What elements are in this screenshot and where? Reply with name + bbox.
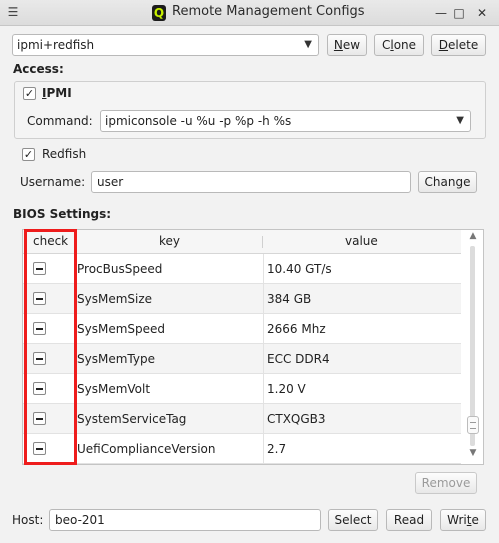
column-divider (263, 344, 264, 374)
row-key: SystemServiceTag (77, 412, 187, 426)
column-divider (262, 236, 263, 248)
minimize-icon[interactable]: — (433, 5, 449, 21)
column-divider (263, 284, 264, 314)
write-button[interactable]: Write (440, 509, 486, 531)
write-label-rest: e (471, 513, 479, 527)
column-header-check[interactable]: check (33, 234, 68, 248)
new-label-mnemonic: N (333, 38, 343, 52)
username-label: Username: (20, 175, 86, 189)
ipmi-label-rest: PMI (46, 86, 72, 100)
host-value: beo-201 (55, 513, 105, 527)
table-header: check key value (23, 230, 461, 254)
host-label: Host: (12, 513, 44, 527)
bios-table: check key value ProcBusSpeed 10.40 GT/s … (22, 229, 484, 465)
window-menu-icon[interactable]: ☰ (7, 6, 19, 18)
table-scrollbar[interactable]: ▲ ▼ (463, 230, 483, 464)
table-row[interactable]: UefiComplianceVersion 2.7 (23, 434, 461, 464)
config-select-value: ipmi+redfish (17, 38, 95, 52)
close-icon[interactable]: ✕ (474, 5, 490, 21)
column-header-value[interactable]: value (345, 234, 378, 248)
access-section-label: Access: (13, 62, 64, 76)
column-divider (75, 314, 76, 344)
row-value: 384 GB (267, 292, 312, 306)
column-divider (75, 284, 76, 314)
username-value: user (97, 175, 124, 189)
row-remove-checkbox[interactable] (33, 442, 46, 455)
row-key: ProcBusSpeed (77, 262, 163, 276)
row-key: SysMemVolt (77, 382, 151, 396)
column-divider (75, 254, 76, 284)
row-value: CTXQGB3 (267, 412, 326, 426)
username-field[interactable]: user (91, 171, 411, 193)
column-divider (263, 404, 264, 434)
row-value: 1.20 V (267, 382, 306, 396)
read-button[interactable]: Read (386, 509, 432, 531)
row-value: 2666 Mhz (267, 322, 326, 336)
ipmi-label: IPMI (42, 86, 72, 100)
row-key: SysMemSize (77, 292, 153, 306)
title-bar: ☰ Q Remote Management Configs — □ ✕ (0, 0, 499, 26)
scrollbar-thumb[interactable] (467, 416, 479, 434)
chevron-down-icon: ▼ (304, 39, 312, 50)
write-label-prefix: Wri (447, 513, 467, 527)
table-row[interactable]: ProcBusSpeed 10.40 GT/s (23, 254, 461, 284)
ipmi-checkbox[interactable]: ✓ (23, 87, 36, 100)
change-button[interactable]: Change (418, 171, 477, 193)
row-key: UefiComplianceVersion (77, 442, 216, 456)
delete-button[interactable]: Delete (431, 34, 486, 56)
column-divider (75, 374, 76, 404)
column-divider (263, 314, 264, 344)
app-logo-icon: Q (152, 5, 166, 21)
scroll-down-icon[interactable]: ▼ (463, 448, 483, 462)
redfish-label: Redfish (42, 147, 87, 161)
table-row[interactable]: SystemServiceTag CTXQGB3 (23, 404, 461, 434)
row-remove-checkbox[interactable] (33, 382, 46, 395)
clone-label-rest: one (393, 38, 417, 52)
config-select[interactable]: ipmi+redfish ▼ (12, 34, 319, 56)
column-divider (75, 404, 76, 434)
column-header-key[interactable]: key (159, 234, 180, 248)
row-remove-checkbox[interactable] (33, 262, 46, 275)
table-row[interactable]: SysMemSpeed 2666 Mhz (23, 314, 461, 344)
window-title: Remote Management Configs (172, 4, 365, 19)
scroll-up-icon[interactable]: ▲ (463, 231, 483, 245)
remove-button[interactable]: Remove (415, 472, 477, 494)
column-divider (75, 344, 76, 374)
redfish-checkbox[interactable]: ✓ (22, 148, 35, 161)
ipmi-groupbox: ✓ IPMI Command: ipmiconsole -u %u -p %p … (14, 81, 486, 139)
column-divider (263, 254, 264, 284)
maximize-icon[interactable]: □ (451, 5, 467, 21)
table-row[interactable]: SysMemSize 384 GB (23, 284, 461, 314)
column-divider (263, 434, 264, 464)
row-key: SysMemType (77, 352, 155, 366)
new-label-rest: ew (342, 38, 361, 52)
command-label: Command: (27, 114, 93, 128)
table-row[interactable]: SysMemVolt 1.20 V (23, 374, 461, 404)
row-value: 10.40 GT/s (267, 262, 332, 276)
row-remove-checkbox[interactable] (33, 322, 46, 335)
row-remove-checkbox[interactable] (33, 292, 46, 305)
row-value: ECC DDR4 (267, 352, 330, 366)
row-remove-checkbox[interactable] (33, 352, 46, 365)
column-divider (263, 374, 264, 404)
row-value: 2.7 (267, 442, 287, 456)
command-select[interactable]: ipmiconsole -u %u -p %p -h %s ▼ (100, 110, 471, 132)
column-divider (75, 434, 76, 464)
host-field[interactable]: beo-201 (49, 509, 321, 531)
new-button[interactable]: New (327, 34, 367, 56)
bios-section-label: BIOS Settings: (13, 207, 112, 221)
chevron-down-icon: ▼ (456, 115, 464, 126)
row-key: SysMemSpeed (77, 322, 166, 336)
clone-button[interactable]: Clone (374, 34, 424, 56)
table-row[interactable]: SysMemType ECC DDR4 (23, 344, 461, 374)
command-select-value: ipmiconsole -u %u -p %p -h %s (105, 114, 292, 128)
select-button[interactable]: Select (328, 509, 378, 531)
delete-label-rest: elete (448, 38, 479, 52)
row-remove-checkbox[interactable] (33, 412, 46, 425)
delete-label-mnemonic: D (438, 38, 449, 52)
